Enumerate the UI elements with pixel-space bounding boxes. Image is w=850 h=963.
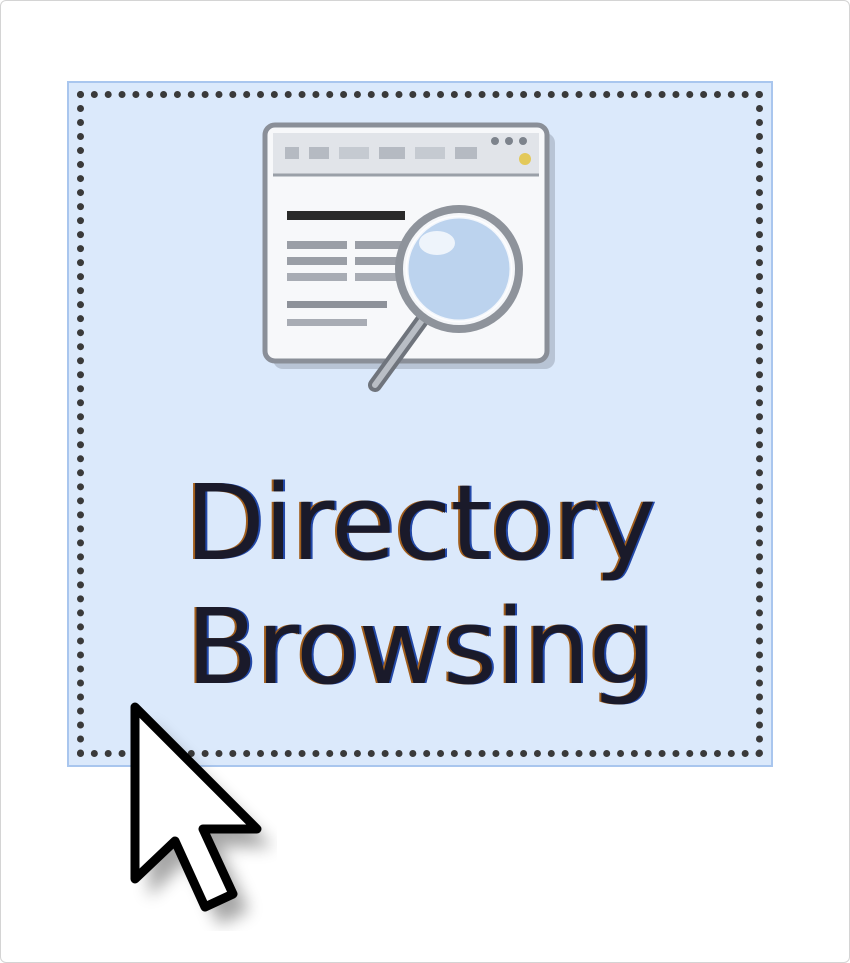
tile-label: Directory Browsing: [69, 461, 771, 709]
directory-browsing-tile[interactable]: Directory Browsing: [67, 81, 773, 767]
screenshot-frame: Directory Browsing: [0, 0, 850, 963]
mouse-pointer-icon: [130, 702, 273, 925]
directory-browsing-icon: [262, 122, 555, 392]
tile-label-line-2: Browsing: [186, 586, 655, 708]
tile-label-line-1: Directory: [184, 462, 656, 584]
